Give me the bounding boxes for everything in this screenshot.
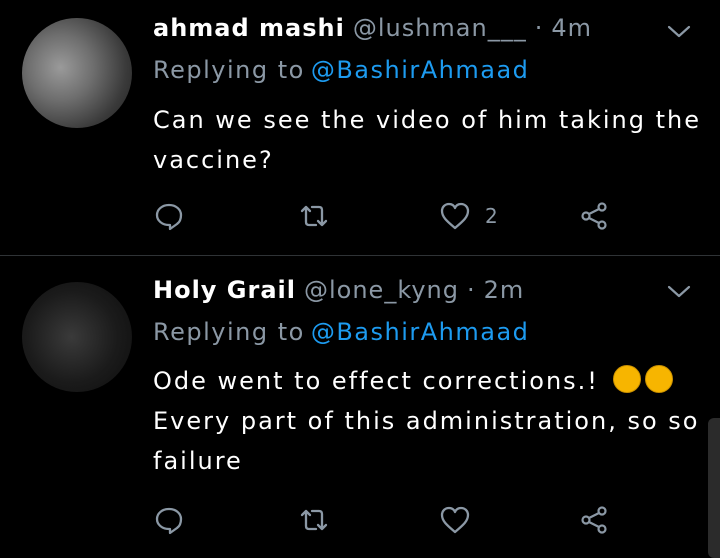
display-name[interactable]: Holy Grail: [153, 276, 296, 304]
replying-to-label: Replying to: [153, 318, 305, 346]
user-handle[interactable]: @lone_kyng: [304, 276, 459, 304]
tweet-actions: [153, 500, 623, 540]
like-count: 2: [485, 204, 498, 228]
retweet-button[interactable]: [298, 500, 330, 540]
avatar[interactable]: [22, 18, 132, 128]
share-icon: [581, 202, 607, 230]
reply-icon: [155, 203, 183, 231]
replying-to-label: Replying to: [153, 56, 305, 84]
display-name[interactable]: ahmad mashi: [153, 14, 345, 42]
retweet-icon: [300, 205, 328, 227]
replying-to-line: Replying to @BashirAhmaad: [153, 56, 529, 84]
user-handle[interactable]: @lushman___: [353, 14, 527, 42]
retweet-button[interactable]: [298, 196, 330, 236]
share-button[interactable]: [578, 196, 610, 236]
tweet-header: ahmad mashi @lushman___ · 4m: [153, 14, 592, 52]
tweet-header: Holy Grail @lone_kyng · 2m: [153, 276, 524, 314]
share-button[interactable]: [578, 500, 610, 540]
tweet-text: Ode went to effect corrections.! Every p…: [153, 361, 703, 481]
reply-button[interactable]: [153, 196, 185, 236]
share-icon: [581, 506, 607, 534]
tweet-text-line: Ode went to effect corrections.!: [153, 367, 599, 395]
heart-icon: [440, 506, 470, 534]
mention-link[interactable]: @BashirAhmaad: [311, 318, 530, 346]
like-button[interactable]: [439, 500, 471, 540]
chevron-down-icon[interactable]: [666, 20, 692, 42]
retweet-icon: [300, 509, 328, 531]
replying-to-line: Replying to @BashirAhmaad: [153, 318, 529, 346]
scrollbar[interactable]: [708, 418, 720, 558]
mention-link[interactable]: @BashirAhmaad: [311, 56, 530, 84]
timestamp[interactable]: 2m: [484, 276, 525, 304]
tweet-item[interactable]: Holy Grail @lone_kyng · 2m Replying to @B…: [0, 256, 720, 558]
reply-icon: [155, 507, 183, 535]
separator-dot: ·: [467, 276, 476, 304]
rolling-on-floor-laughing-emoji: [644, 365, 673, 393]
reply-button[interactable]: [153, 500, 185, 540]
avatar[interactable]: [22, 282, 132, 392]
like-button[interactable]: 2: [439, 196, 498, 236]
rolling-on-floor-laughing-emoji: [612, 365, 641, 393]
tweet-text-line: Every part of this administration, so so…: [153, 407, 700, 475]
tweet-actions: 2: [153, 196, 623, 236]
heart-icon: [440, 202, 470, 230]
separator-dot: ·: [534, 14, 544, 42]
tweet-text: Can we see the video of him taking the v…: [153, 106, 701, 174]
timestamp[interactable]: 4m: [551, 14, 592, 42]
chevron-down-icon[interactable]: [666, 280, 692, 302]
tweet-item[interactable]: ahmad mashi @lushman___ · 4m Replying to…: [0, 0, 720, 255]
